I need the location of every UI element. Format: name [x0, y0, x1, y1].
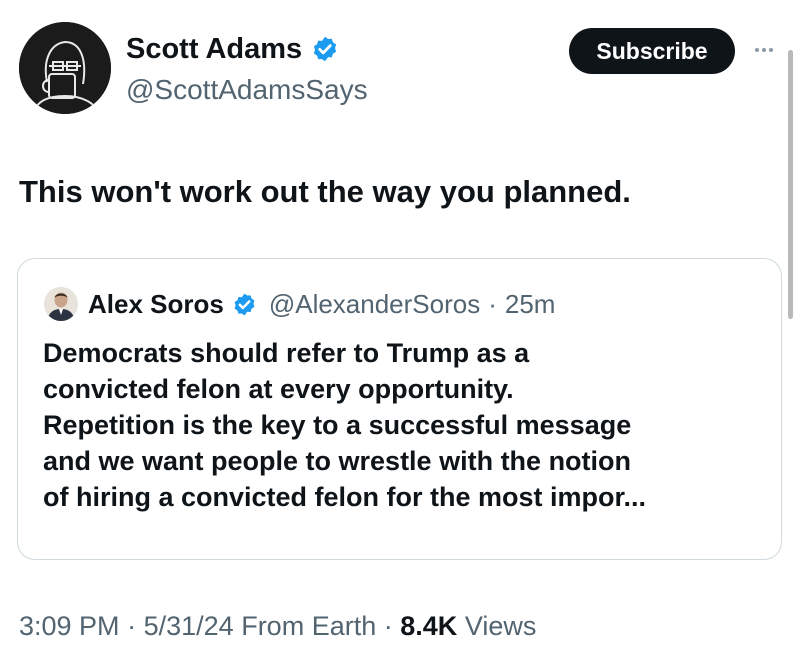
subscribe-button[interactable]: Subscribe — [569, 28, 735, 74]
tweet-text: This won't work out the way you planned. — [19, 174, 631, 209]
tweet-time[interactable]: 3:09 PM — [19, 611, 120, 641]
dot-separator: · — [127, 611, 137, 641]
quoted-tweet-time[interactable]: 25m — [505, 288, 556, 320]
author-avatar[interactable] — [19, 22, 111, 114]
dot-separator: · — [488, 289, 497, 319]
quoted-text-line: Repetition is the key to a successful me… — [43, 410, 632, 440]
quoted-tweet-header: Alex Soros @AlexanderSoros · 25m — [44, 287, 555, 321]
author-display-name[interactable]: Scott Adams — [126, 31, 302, 67]
verified-badge-icon — [234, 293, 255, 315]
quoted-text-line: convicted felon at every opportunity. — [43, 374, 514, 404]
avatar-illustration — [19, 22, 111, 114]
quoted-avatar-illustration — [44, 287, 78, 321]
quoted-text-line: and we want people to wrestle with the n… — [43, 446, 632, 476]
verified-badge-icon — [314, 36, 337, 62]
quoted-text-line: Democrats should refer to Trump as a — [43, 338, 530, 368]
author-handle[interactable]: @ScottAdamsSays — [126, 72, 368, 108]
author-name-row[interactable]: Scott Adams — [126, 31, 339, 67]
quoted-author-name[interactable]: Alex Soros — [88, 288, 224, 320]
quoted-text-line: of hiring a convicted felon for the most… — [43, 482, 647, 512]
views-count[interactable]: 8.4K — [400, 611, 457, 641]
tweet-date[interactable]: 5/31/24 — [144, 611, 234, 641]
tweet-source: From Earth — [241, 611, 377, 641]
dot-separator: · — [383, 611, 393, 641]
quoted-author-avatar[interactable] — [44, 287, 78, 321]
quoted-tweet-text: Democrats should refer to Trump as a con… — [43, 335, 763, 515]
quoted-author-handle[interactable]: @AlexanderSoros — [269, 288, 480, 320]
scrollbar-thumb[interactable] — [788, 50, 793, 319]
quoted-tweet-card[interactable]: Alex Soros @AlexanderSoros · 25m Democra… — [17, 258, 782, 560]
views-label[interactable]: Views — [465, 611, 537, 641]
more-horizontal-icon[interactable] — [749, 38, 779, 62]
tweet-meta: 3:09 PM · 5/31/24 From Earth · 8.4K View… — [19, 608, 536, 644]
